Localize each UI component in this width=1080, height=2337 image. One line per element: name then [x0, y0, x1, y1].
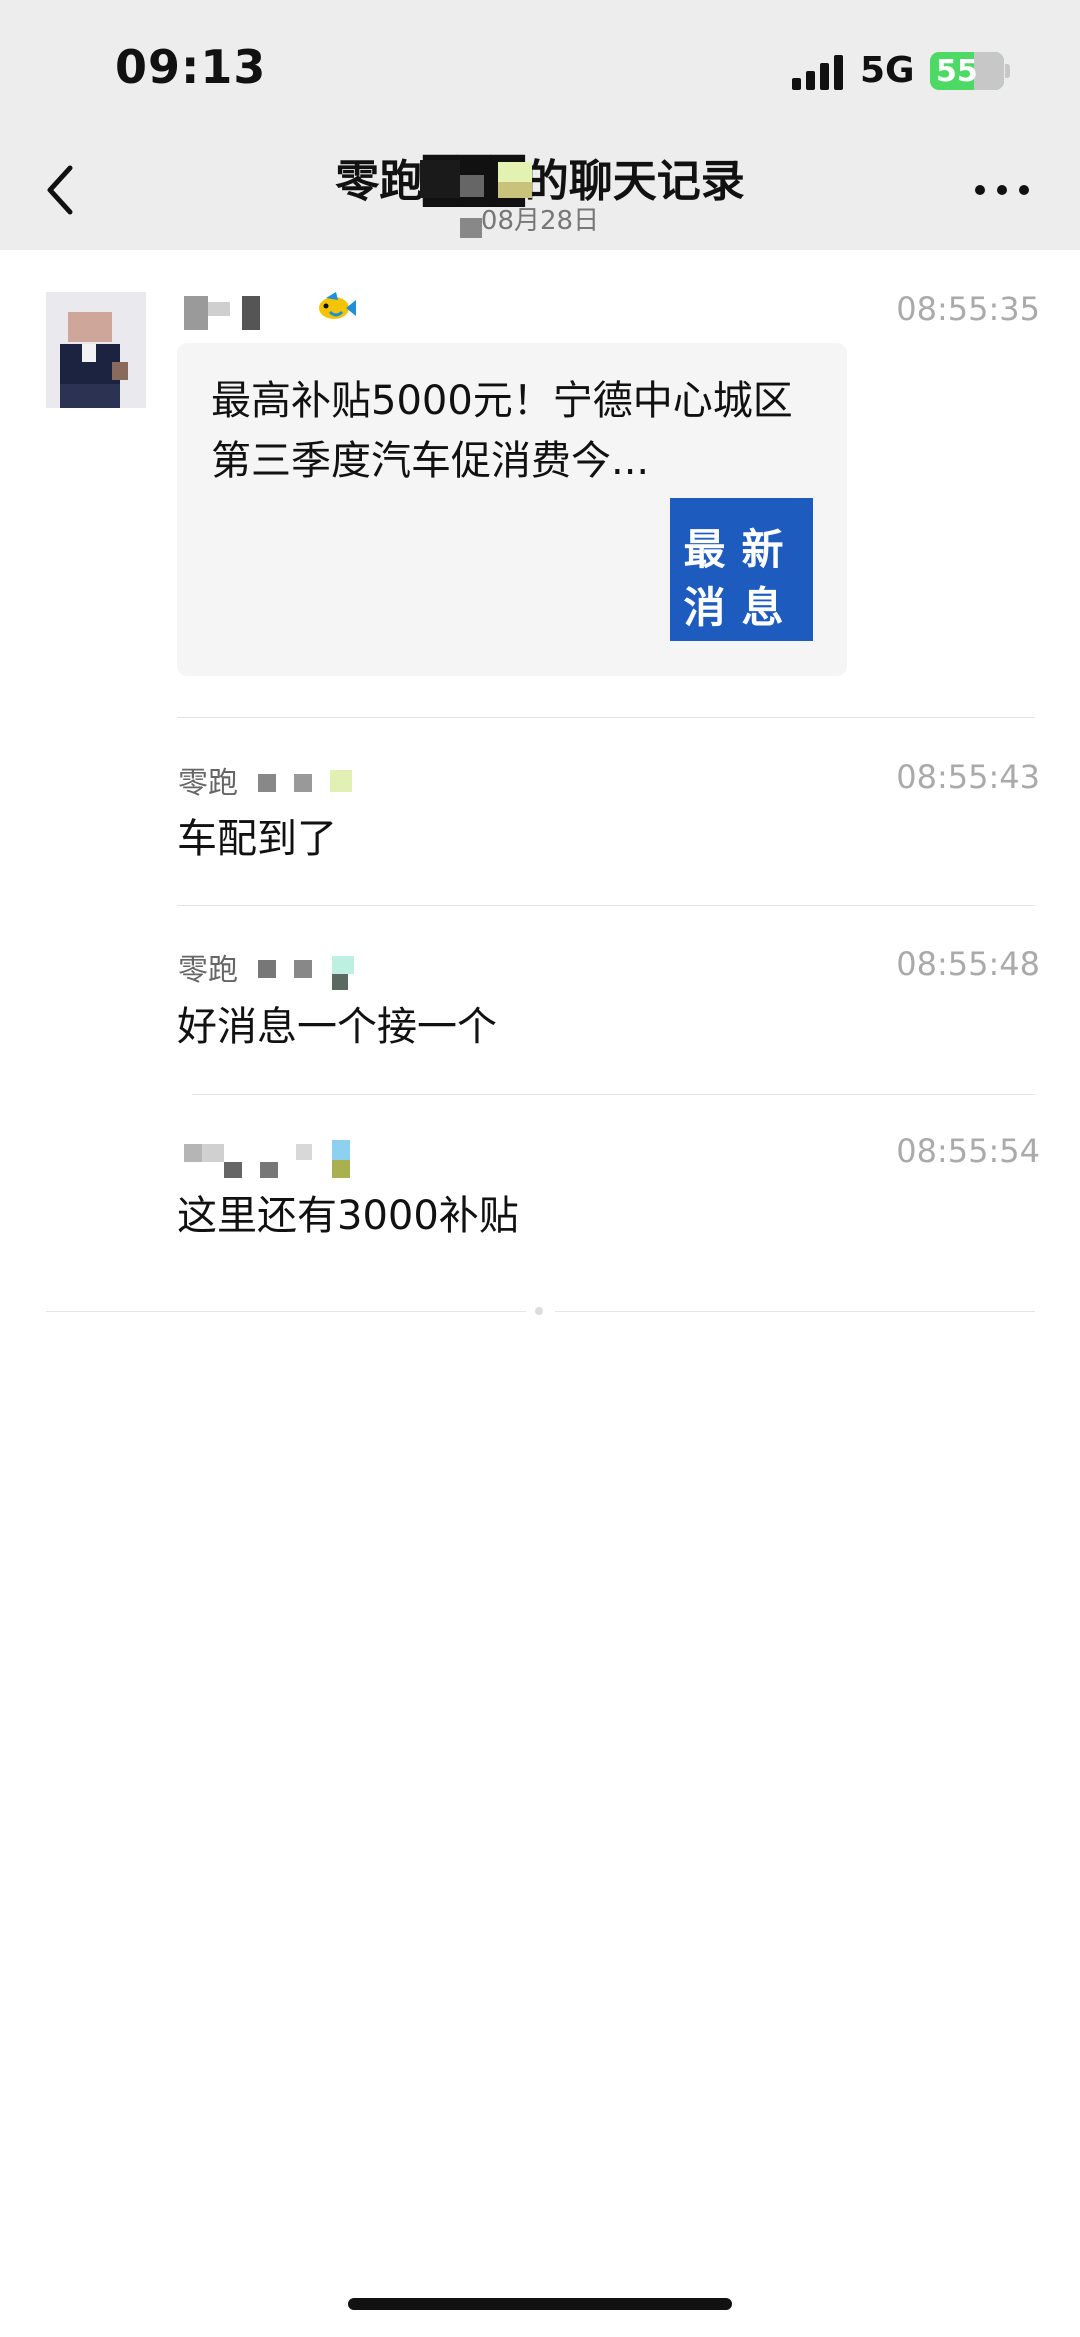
- chat-date: 08月28日: [480, 206, 600, 236]
- pixelation-block: [460, 218, 482, 238]
- sender-name-pixelated: [258, 770, 358, 794]
- home-indicator: [348, 2298, 732, 2310]
- status-time: 09:13: [115, 40, 267, 94]
- avatar[interactable]: [46, 292, 146, 408]
- fish-emoji-icon: [319, 292, 356, 319]
- thumbnail-text: 最新: [683, 525, 800, 574]
- message-divider: [192, 1094, 1035, 1095]
- battery-cap: [1005, 64, 1010, 78]
- message-text: 这里还有3000补贴: [177, 1193, 519, 1239]
- sender-name-pixelated: [184, 1140, 354, 1180]
- pixelation-block: [420, 160, 460, 198]
- link-card-title: 最高补贴5000元！宁德中心城区第三季度汽车促消费今...: [211, 378, 793, 484]
- battery-charging-icon: 55: [930, 52, 1004, 90]
- signal-bars-icon: [792, 55, 843, 90]
- message-text: 好消息一个接一个: [177, 1004, 497, 1050]
- battery-empty-portion: [974, 52, 1004, 90]
- list-end-divider: [46, 1311, 526, 1312]
- more-dots-icon[interactable]: [972, 170, 1032, 210]
- message-text: 车配到了: [177, 816, 337, 862]
- message-time: 08:55:54: [896, 1132, 1040, 1170]
- link-card[interactable]: 最高补贴5000元！宁德中心城区第三季度汽车促消费今... 最新 消息: [177, 343, 847, 676]
- sender-name-pixelated: [184, 296, 266, 330]
- top-bar: 09:13 5G 55 零跑███的聊天记录 08月28日: [0, 0, 1080, 250]
- chevron-left-icon[interactable]: [40, 160, 80, 220]
- message-time: 08:55:43: [896, 758, 1040, 796]
- pixelation-block: [498, 182, 532, 198]
- sender-name-pixelated: [258, 956, 368, 992]
- message-divider: [177, 905, 1035, 906]
- sender-name: 零跑: [178, 953, 238, 988]
- message-time: 08:55:35: [896, 290, 1040, 328]
- thumbnail-text: 消息: [683, 583, 800, 632]
- list-end-dot: [535, 1307, 543, 1315]
- message-divider: [177, 717, 1035, 718]
- message-time: 08:55:48: [896, 945, 1040, 983]
- link-card-thumbnail: 最新 消息: [670, 498, 813, 641]
- network-type: 5G: [860, 50, 915, 91]
- list-end-divider: [555, 1311, 1035, 1312]
- pixelation-block: [460, 175, 484, 197]
- sender-name: 零跑: [178, 766, 238, 801]
- battery-level: 55: [936, 54, 978, 89]
